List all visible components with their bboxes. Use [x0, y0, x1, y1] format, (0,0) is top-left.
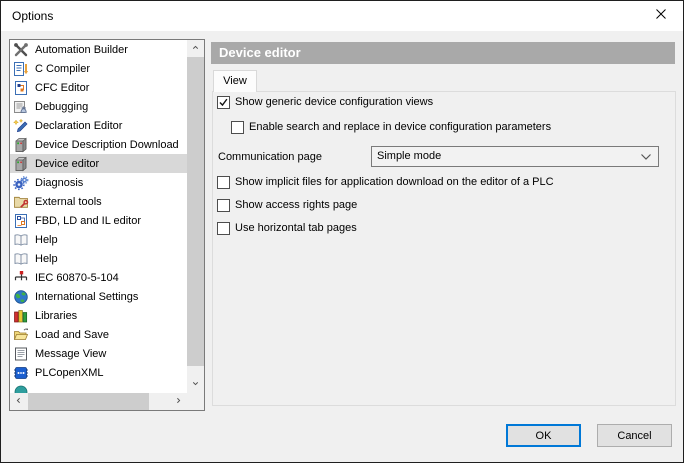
list-item-label: Libraries — [35, 310, 77, 322]
list-item-label: FBD, LD and IL editor — [35, 215, 141, 227]
show-implicit-files-label[interactable]: Show implicit files for application down… — [235, 176, 554, 189]
list-item[interactable]: CFC Editor — [10, 78, 187, 97]
close-button[interactable] — [638, 1, 683, 30]
show-access-rights-checkbox[interactable] — [217, 199, 230, 212]
use-horizontal-tabs-checkbox[interactable] — [217, 222, 230, 235]
list-item-label: Help — [35, 234, 58, 246]
c-compiler-icon — [13, 61, 29, 77]
scrollbar-corner — [187, 393, 204, 410]
vertical-scroll-thumb[interactable] — [187, 57, 204, 366]
list-item-label: PLCopenXML — [35, 367, 104, 379]
vertical-scrollbar[interactable] — [187, 40, 204, 393]
declaration-editor-icon — [13, 118, 29, 134]
communication-page-select[interactable]: Simple mode — [371, 146, 659, 167]
list-item-label: Load and Save — [35, 329, 109, 341]
cancel-button[interactable]: Cancel — [597, 424, 672, 447]
options-category-list: Automation Builder C Compiler CFC Editor De… — [10, 40, 187, 393]
list-item[interactable] — [10, 382, 187, 393]
options-dialog: Options Automation Builder C Compiler CFC … — [0, 0, 684, 463]
horizontal-scroll-thumb[interactable] — [28, 393, 149, 410]
fbd-ld-il-icon — [13, 213, 29, 229]
list-item-label: Device Description Download — [35, 139, 179, 151]
list-item[interactable]: Help — [10, 230, 187, 249]
list-item[interactable]: Declaration Editor — [10, 116, 187, 135]
page-title: Device editor — [211, 42, 675, 64]
options-category-listbox: Automation Builder C Compiler CFC Editor De… — [9, 39, 205, 411]
device-icon — [13, 156, 29, 172]
scroll-up-button[interactable] — [187, 40, 204, 57]
list-item-label: Help — [35, 253, 58, 265]
chevron-left-icon — [14, 396, 23, 408]
show-generic-views-checkbox[interactable] — [217, 96, 230, 109]
ok-button[interactable]: OK — [506, 424, 581, 447]
show-generic-views-label[interactable]: Show generic device configuration views — [235, 96, 433, 109]
enable-search-replace-checkbox[interactable] — [231, 121, 244, 134]
window-title: Options — [12, 1, 53, 31]
enable-search-replace-label[interactable]: Enable search and replace in device conf… — [249, 121, 551, 134]
chevron-up-icon — [191, 43, 200, 55]
list-item[interactable]: Device Description Download — [10, 135, 187, 154]
plcopenxml-icon — [13, 365, 29, 381]
communication-page-label: Communication page — [218, 151, 322, 164]
libraries-books-icon — [13, 308, 29, 324]
load-save-folder-icon — [13, 327, 29, 343]
list-item[interactable]: International Settings — [10, 287, 187, 306]
tools-icon — [13, 42, 29, 58]
device-icon — [13, 137, 29, 153]
show-access-rights-label[interactable]: Show access rights page — [235, 199, 357, 212]
chevron-down-icon — [640, 153, 652, 161]
list-item[interactable]: Diagnosis — [10, 173, 187, 192]
titlebar[interactable]: Options — [1, 1, 683, 31]
horizontal-scrollbar[interactable] — [10, 393, 187, 410]
list-item-label: International Settings — [35, 291, 138, 303]
scroll-right-button[interactable] — [170, 393, 187, 410]
use-horizontal-tabs-label[interactable]: Use horizontal tab pages — [235, 222, 357, 235]
list-item[interactable]: Libraries — [10, 306, 187, 325]
scroll-down-button[interactable] — [187, 376, 204, 393]
list-item-label: IEC 60870-5-104 — [35, 272, 119, 284]
list-item[interactable]: Device editor — [10, 154, 187, 173]
help-book-icon — [13, 251, 29, 267]
cfc-editor-icon — [13, 80, 29, 96]
list-item[interactable]: FBD, LD and IL editor — [10, 211, 187, 230]
list-item-label: Declaration Editor — [35, 120, 122, 132]
help-book-icon — [13, 232, 29, 248]
list-item[interactable]: IEC 60870-5-104 — [10, 268, 187, 287]
diagnosis-gears-icon — [13, 175, 29, 191]
message-view-icon — [13, 346, 29, 362]
list-item-label: Debugging — [35, 101, 88, 113]
external-tools-icon — [13, 194, 29, 210]
list-item[interactable]: PLCopenXML — [10, 363, 187, 382]
show-implicit-files-checkbox[interactable] — [217, 176, 230, 189]
communication-page-value: Simple mode — [377, 147, 441, 166]
list-item-label: CFC Editor — [35, 82, 89, 94]
list-item[interactable]: Help — [10, 249, 187, 268]
list-item[interactable]: Load and Save — [10, 325, 187, 344]
scroll-left-button[interactable] — [10, 393, 27, 410]
list-item[interactable]: Debugging — [10, 97, 187, 116]
list-item-label: Automation Builder — [35, 44, 128, 56]
tab-view[interactable]: View — [213, 70, 257, 92]
network-icon — [13, 270, 29, 286]
list-item-label: C Compiler — [35, 63, 90, 75]
chevron-down-icon — [191, 379, 200, 391]
partial-item-icon — [13, 384, 29, 394]
list-item[interactable]: Automation Builder — [10, 40, 187, 59]
list-item-label: Diagnosis — [35, 177, 83, 189]
view-tab-page — [212, 91, 676, 406]
list-item-label: External tools — [35, 196, 102, 208]
globe-icon — [13, 289, 29, 305]
list-item[interactable]: External tools — [10, 192, 187, 211]
debugging-icon — [13, 99, 29, 115]
list-item[interactable]: Message View — [10, 344, 187, 363]
close-icon — [656, 9, 666, 22]
list-item-label: Message View — [35, 348, 106, 360]
chevron-right-icon — [174, 396, 183, 408]
list-item-label: Device editor — [35, 158, 99, 170]
list-item[interactable]: C Compiler — [10, 59, 187, 78]
